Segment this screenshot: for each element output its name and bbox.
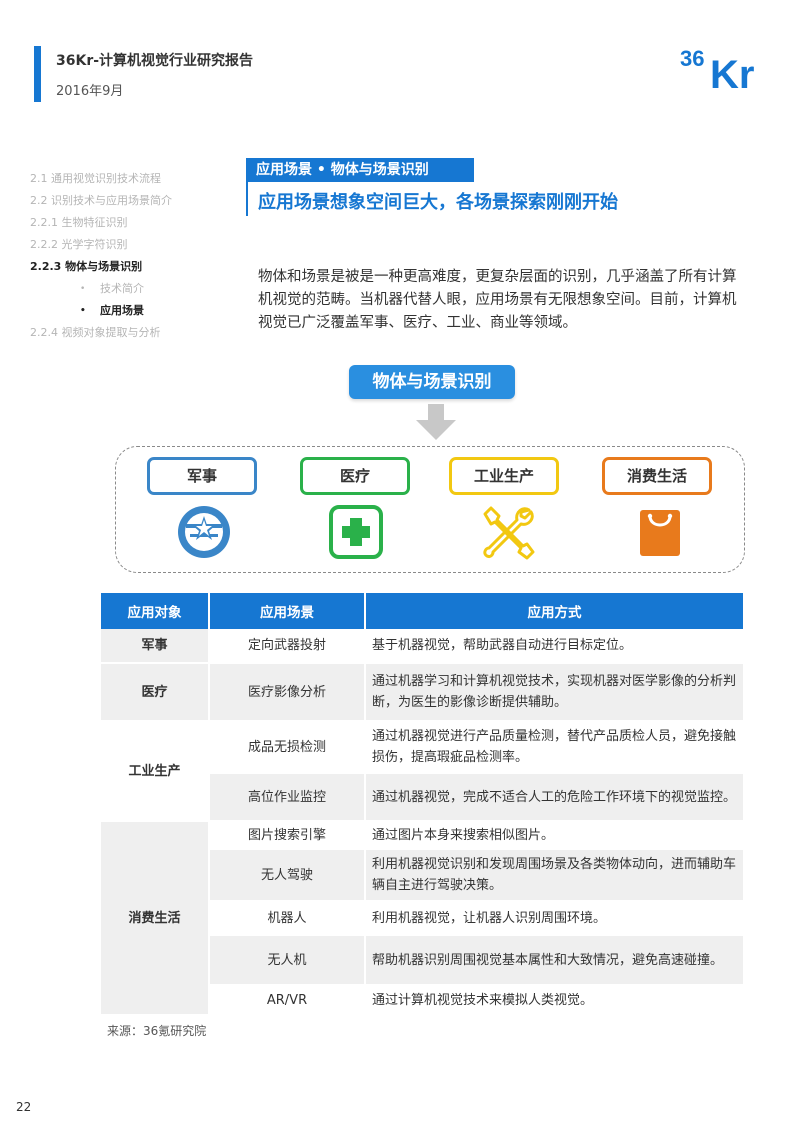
toc-subitem-active[interactable]: 应用场景 [30,300,230,322]
table-row: 医疗 医疗影像分析 通过机器学习和计算机视觉技术，实现机器对医学影像的分析判断，… [101,663,743,722]
scene-cell: 机器人 [209,901,366,936]
method-cell: 通过机器学习和计算机视觉技术，实现机器对医学影像的分析判断，为医生的影像诊断提供… [365,663,743,722]
scene-cell: 高位作业监控 [209,773,366,822]
section-title: 应用场景想象空间巨大，各场景探索刚刚开始 [258,192,618,213]
medical-cross-icon [328,504,384,560]
table-of-contents: 2.1 通用视觉识别技术流程 2.2 识别技术与应用场景简介 2.2.1 生物特… [30,168,230,344]
method-cell: 通过机器视觉，完成不适合人工的危险工作环境下的视觉监控。 [365,773,743,822]
table-header-row: 应用对象 应用场景 应用方式 [101,593,743,629]
toc-item[interactable]: 2.2 识别技术与应用场景简介 [30,190,230,212]
toc-item[interactable]: 2.2.2 光学字符识别 [30,234,230,256]
header-accent-bar [34,46,41,102]
method-cell: 利用机器视觉识别和发现周围场景及各类物体动向，进而辅助车辆自主进行驾驶决策。 [365,849,743,902]
toc-item[interactable]: 2.1 通用视觉识别技术流程 [30,168,230,190]
report-date: 2016年9月 [56,84,124,99]
category-medical: 医疗 [300,457,410,495]
scene-cell: 无人驾驶 [209,849,366,902]
shopping-bag-icon [632,504,688,560]
method-cell: 帮助机器识别周围视觉基本属性和大致情况，避免高速碰撞。 [365,935,743,986]
header-scene: 应用场景 [209,593,366,629]
method-cell: 通过机器视觉进行产品质量检测，替代产品质检人员，避免接触损伤，提高瑕疵品检测率。 [365,721,743,774]
36kr-logo: 36 Kr [680,44,764,97]
header-method: 应用方式 [365,593,743,629]
scene-cell: 图片搜索引擎 [209,821,366,850]
table-row: 工业生产 成品无损检测 通过机器视觉进行产品质量检测，替代产品质检人员，避免接触… [101,721,743,822]
object-cell: 消费生活 [101,821,210,1016]
object-cell: 军事 [101,629,210,664]
svg-text:Kr: Kr [710,53,754,92]
object-cell: 医疗 [101,663,210,722]
toc-subitem-label: 应用场景 [100,304,144,317]
svg-text:36: 36 [680,46,704,71]
category-industry: 工业生产 [449,457,559,495]
source-note: 来源：36氪研究院 [107,1024,207,1038]
table-row: 军事 定向武器投射 基于机器视觉，帮助武器自动进行目标定位。 [101,629,743,664]
category-consumer: 消费生活 [602,457,712,495]
intro-paragraph: 物体和场景是被是一种更高难度，更复杂层面的识别，几乎涵盖了所有计算机视觉的范畴。… [258,269,737,331]
method-cell: 通过计算机视觉技术来模拟人类视觉。 [365,985,743,1016]
method-cell: 基于机器视觉，帮助武器自动进行目标定位。 [365,629,743,664]
scene-cell: 成品无损检测 [209,721,366,774]
toc-item[interactable]: 2.2.1 生物特征识别 [30,212,230,234]
report-title: 36Kr-计算机视觉行业研究报告 [56,53,254,69]
scene-cell: 无人机 [209,935,366,986]
method-cell: 通过图片本身来搜索相似图片。 [365,821,743,850]
scene-cell: 医疗影像分析 [209,663,366,722]
toc-item[interactable]: 2.2.4 视频对象提取与分析 [30,322,230,344]
tools-icon [479,504,535,560]
page-number: 22 [16,1100,32,1114]
scene-cell: 定向武器投射 [209,629,366,664]
toc-subitem-label: 技术简介 [100,282,144,295]
scene-cell: AR/VR [209,985,366,1016]
method-cell: 利用机器视觉，让机器人识别周围环境。 [365,901,743,936]
diagram-title: 物体与场景识别 [349,365,515,399]
military-badge-icon [176,504,232,560]
table-row: 消费生活 图片搜索引擎 通过图片本身来搜索相似图片。 [101,821,743,1016]
section-tag: 应用场景 • 物体与场景识别 [248,158,474,182]
toc-subitem[interactable]: 技术简介 [30,278,230,300]
down-arrow-icon [416,404,456,440]
object-cell: 工业生产 [101,721,210,822]
toc-item-active[interactable]: 2.2.3 物体与场景识别 [30,256,230,278]
application-table: 应用对象 应用场景 应用方式 军事 定向武器投射 基于机器视觉，帮助武器自动进行… [101,593,743,1016]
header-object: 应用对象 [101,593,210,629]
category-military: 军事 [147,457,257,495]
